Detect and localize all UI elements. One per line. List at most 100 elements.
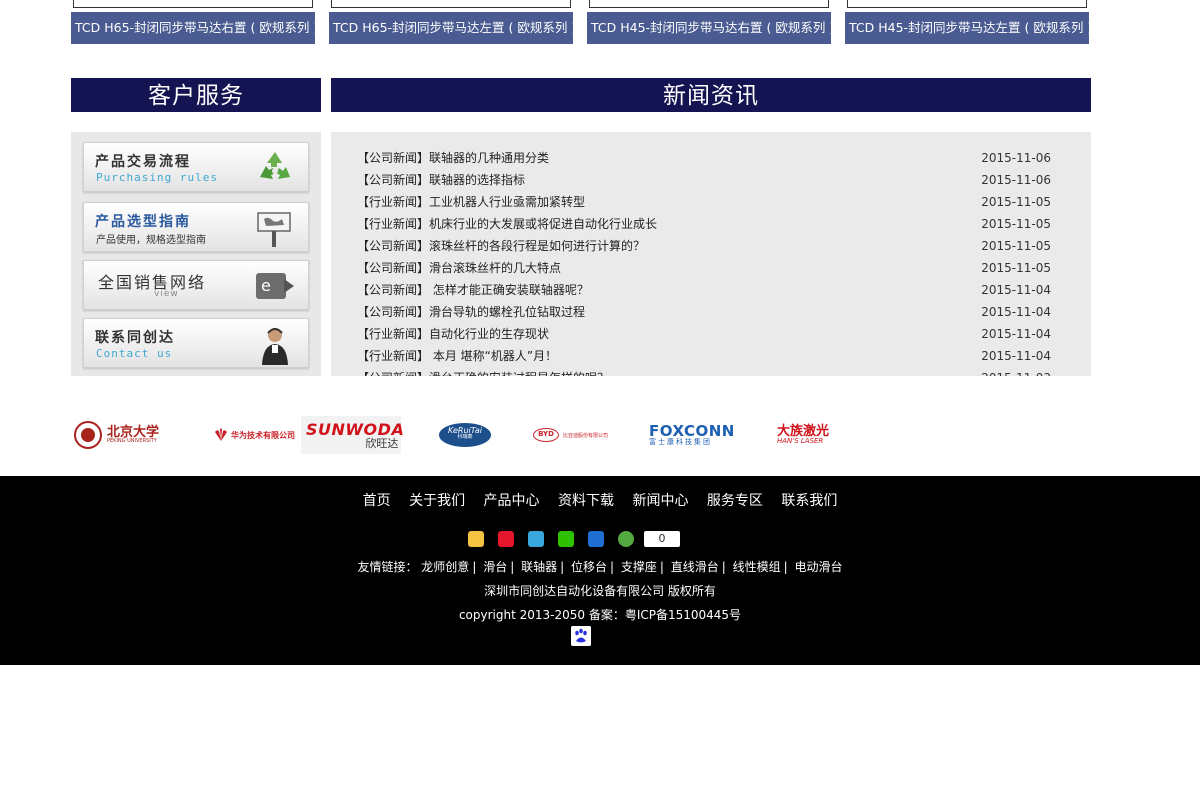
service-contact-us[interactable]: 联系同创达 Contact us <box>83 318 309 368</box>
news-item[interactable]: 【公司新闻】联轴器的选择指标 2015-11-06 <box>357 169 1051 191</box>
news-item[interactable]: 【公司新闻】滑台导轨的螺栓孔位钻取过程 2015-11-04 <box>357 301 1051 323</box>
product-card[interactable]: TCD H45-封闭同步带马达左置 ( 欧规系列 ) <box>845 0 1089 44</box>
kaixin-icon[interactable] <box>618 531 634 547</box>
friend-link[interactable]: 联轴器 <box>521 560 557 574</box>
footer-nav-contact[interactable]: 联系我们 <box>781 493 837 509</box>
news-title[interactable]: 【公司新闻】滚珠丝杆的各段行程是如何进行计算的？ <box>357 235 645 257</box>
news-title[interactable]: 【公司新闻】联轴器的几种通用分类 <box>357 147 549 169</box>
partner-sub: 富士康科技集团 <box>649 438 712 446</box>
product-caption[interactable]: TCD H65-封闭同步带马达右置 ( 欧规系列 ) <box>71 12 315 44</box>
news-date: 2015-11-05 <box>981 261 1051 275</box>
news-item[interactable]: 【行业新闻】 本月 堪称“机器人”月！ 2015-11-04 <box>357 345 1051 367</box>
partner-name: 华为技术有限公司 <box>231 430 295 440</box>
news-title[interactable]: 【公司新闻】联轴器的选择指标 <box>357 169 525 191</box>
product-caption[interactable]: TCD H45-封闭同步带马达左置 ( 欧规系列 ) <box>845 12 1089 44</box>
service-item-subtitle: view <box>154 289 179 299</box>
service-item-title: 产品交易流程 <box>95 154 191 170</box>
news-item[interactable]: 【公司新闻】滑台正确的安装过程是怎样的呢？ 2015-11-03 <box>357 367 1051 376</box>
svg-text:e: e <box>261 276 271 295</box>
footer-nav-home[interactable]: 首页 <box>363 493 391 509</box>
weibo-icon[interactable] <box>498 531 514 547</box>
news-title[interactable]: 【公司新闻】滑台导轨的螺栓孔位钻取过程 <box>357 301 585 323</box>
friend-link[interactable]: 直线滑台 <box>671 560 719 574</box>
news-title[interactable]: 【公司新闻】 怎样才能正确安装联轴器呢？ <box>357 279 589 301</box>
news-item[interactable]: 【行业新闻】机床行业的大发展或将促进自动化行业成长 2015-11-05 <box>357 213 1051 235</box>
friend-link[interactable]: 线性模组 <box>733 560 781 574</box>
product-caption[interactable]: TCD H45-封闭同步带马达右置 ( 欧规系列 ) <box>587 12 831 44</box>
service-item-subtitle: Purchasing rules <box>96 171 218 184</box>
news-item[interactable]: 【行业新闻】自动化行业的生存现状 2015-11-04 <box>357 323 1051 345</box>
footer-nav-news[interactable]: 新闻中心 <box>632 493 688 509</box>
partner-logo-keruitai[interactable]: KeRuiTai 科瑞泰 <box>439 416 491 454</box>
news-panel: 【公司新闻】联轴器的几种通用分类 2015-11-06 【公司新闻】联轴器的选择指… <box>331 132 1091 376</box>
icp-record[interactable]: copyright 2013-2050 备案：粤ICP备15100445号 <box>0 606 1200 623</box>
service-sales-network[interactable]: 全国销售网络 view e <box>83 260 309 310</box>
partner-logo-huawei[interactable]: 华为技术有限公司 <box>213 416 295 454</box>
news-item[interactable]: 【行业新闻】工业机器人行业亟需加紧转型 2015-11-05 <box>357 191 1051 213</box>
footer-nav-about[interactable]: 关于我们 <box>409 493 465 509</box>
map-sign-icon <box>257 212 291 247</box>
product-thumbnail[interactable] <box>847 0 1087 8</box>
service-selection-guide[interactable]: 产品选型指南 产品使用，规格选型指南 <box>83 202 309 252</box>
company-copyright: 深圳市同创达自动化设备有限公司 版权所有 <box>484 584 716 598</box>
partner-name: BYD <box>533 428 559 442</box>
pku-seal-icon <box>74 421 102 449</box>
news-heading: 新闻资讯 <box>331 78 1091 112</box>
news-title[interactable]: 【行业新闻】自动化行业的生存现状 <box>357 323 549 345</box>
partner-name: FOXCONN <box>649 422 735 440</box>
partner-logos: 北京大学 PEKING UNIVERSITY 华为技术有限公司 SUNWODA … <box>71 412 851 460</box>
partner-logo-sunwoda[interactable]: SUNWODA 欣旺达 <box>301 416 404 454</box>
friend-link[interactable]: 位移台 <box>571 560 607 574</box>
renren-icon[interactable] <box>588 531 604 547</box>
qzone-icon[interactable] <box>468 531 484 547</box>
news-date: 2015-11-04 <box>981 305 1051 319</box>
news-title[interactable]: 【行业新闻】机床行业的大发展或将促进自动化行业成长 <box>357 213 657 235</box>
news-title[interactable]: 【行业新闻】工业机器人行业亟需加紧转型 <box>357 191 585 213</box>
product-card[interactable]: TCD H45-封闭同步带马达右置 ( 欧规系列 ) <box>587 0 831 44</box>
news-title[interactable]: 【公司新闻】滑台正确的安装过程是怎样的呢？ <box>357 367 609 376</box>
partner-sub: 欣旺达 <box>365 436 399 450</box>
news-title[interactable]: 【公司新闻】滑台滚珠丝杆的几大特点 <box>357 257 561 279</box>
friend-links-label: 友情链接： <box>357 560 418 574</box>
news-date: 2015-11-04 <box>981 349 1051 363</box>
product-card[interactable]: TCD H65-封闭同步带马达右置 ( 欧规系列 ) <box>71 0 315 44</box>
wechat-icon[interactable] <box>558 531 574 547</box>
product-card[interactable]: TCD H65-封闭同步带马达左置 ( 欧规系列 ) <box>329 0 573 44</box>
product-thumbnail[interactable] <box>73 0 313 8</box>
footer: 首页 关于我们 产品中心 资料下载 新闻中心 服务专区 联系我们 0 友情链接：… <box>0 476 1200 665</box>
news-item[interactable]: 【公司新闻】滚珠丝杆的各段行程是如何进行计算的？ 2015-11-05 <box>357 235 1051 257</box>
footer-nav-products[interactable]: 产品中心 <box>484 493 540 509</box>
footer-nav-downloads[interactable]: 资料下载 <box>558 493 614 509</box>
tencent-weibo-icon[interactable] <box>528 531 544 547</box>
friend-link[interactable]: 龙师创意 <box>421 560 469 574</box>
service-item-subtitle: 产品使用，规格选型指南 <box>96 235 206 246</box>
customer-service-heading: 客户服务 <box>71 78 321 112</box>
product-caption[interactable]: TCD H65-封闭同步带马达左置 ( 欧规系列 ) <box>329 12 573 44</box>
news-date: 2015-11-06 <box>981 151 1051 165</box>
service-purchasing-rules[interactable]: 产品交易流程 Purchasing rules <box>83 142 309 192</box>
partner-logo-byd[interactable]: BYD 比亚迪股份有限公司 <box>533 416 608 454</box>
footer-nav-service[interactable]: 服务专区 <box>707 493 763 509</box>
friend-link[interactable]: 滑台 <box>483 560 507 574</box>
partner-logo-pku[interactable]: 北京大学 PEKING UNIVERSITY <box>73 416 159 454</box>
friend-link[interactable]: 电动滑台 <box>795 560 843 574</box>
page: TCD H65-封闭同步带马达右置 ( 欧规系列 ) TCD H65-封闭同步带… <box>0 0 1200 790</box>
baidu-paw-icon[interactable] <box>571 626 591 646</box>
news-date: 2015-11-04 <box>981 327 1051 341</box>
service-item-title: 全国销售网络 <box>98 273 207 292</box>
partner-sub: 科瑞泰 <box>457 434 473 440</box>
huawei-petal-icon <box>215 428 227 441</box>
friend-link[interactable]: 支撑座 <box>621 560 657 574</box>
product-thumbnail[interactable] <box>589 0 829 8</box>
partner-sub: PEKING UNIVERSITY <box>107 438 157 444</box>
news-title[interactable]: 【行业新闻】 本月 堪称“机器人”月！ <box>357 345 557 367</box>
news-item[interactable]: 【公司新闻】联轴器的几种通用分类 2015-11-06 <box>357 147 1051 169</box>
news-item[interactable]: 【公司新闻】 怎样才能正确安装联轴器呢？ 2015-11-04 <box>357 279 1051 301</box>
partner-logo-hanslaser[interactable]: 大族激光 HAN'S LASER <box>777 416 829 454</box>
product-thumbnail[interactable] <box>331 0 571 8</box>
partner-logo-foxconn[interactable]: FOXCONN 富士康科技集团 <box>649 416 735 454</box>
support-person-icon <box>262 328 288 365</box>
service-item-subtitle: Contact us <box>96 347 173 360</box>
network-e-icon: e <box>256 273 294 299</box>
news-item[interactable]: 【公司新闻】滑台滚珠丝杆的几大特点 2015-11-05 <box>357 257 1051 279</box>
